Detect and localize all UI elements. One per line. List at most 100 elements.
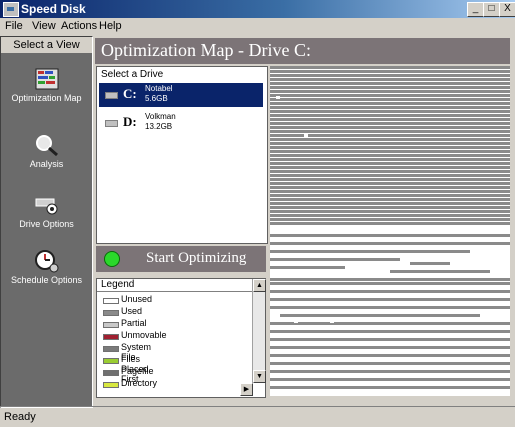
disk-map-icon (34, 67, 60, 91)
map-cluster-row (270, 386, 510, 389)
drive-size: 5.6GB (145, 94, 168, 103)
scroll-right-arrow-icon[interactable]: ▶ (240, 383, 253, 396)
map-cluster-row (270, 166, 510, 169)
menu-view[interactable]: View (32, 20, 56, 32)
map-cluster-row (270, 126, 510, 129)
map-unused-block (420, 266, 424, 269)
legend-swatch (103, 346, 119, 352)
legend-swatch (103, 310, 119, 316)
map-unused-block (276, 96, 280, 99)
minimize-button[interactable]: _ (467, 2, 484, 17)
drive-gear-icon (34, 193, 60, 217)
scroll-up-arrow-icon[interactable]: ▲ (253, 279, 266, 292)
sidebar-item-schedule-options[interactable]: Schedule Options (1, 249, 92, 285)
status-led-icon (104, 251, 120, 267)
sidebar-header: Select a View (1, 37, 92, 53)
menu-help[interactable]: Help (99, 20, 122, 32)
map-cluster-row (270, 138, 510, 141)
disk-cluster-map (270, 66, 510, 393)
map-cluster-row (270, 66, 510, 69)
map-cluster-row (270, 150, 510, 153)
map-cluster-row (270, 130, 510, 133)
hard-drive-icon (105, 92, 118, 99)
legend-swatch (103, 382, 119, 388)
legend-label: Unused (121, 294, 153, 304)
map-unused-block (294, 320, 298, 323)
close-button[interactable]: X (499, 2, 515, 17)
sidebar-item-drive-options[interactable]: Drive Options (1, 193, 92, 229)
map-cluster-row (270, 378, 510, 381)
map-cluster-row (270, 110, 510, 113)
sidebar-item-label: Drive Options (19, 219, 74, 229)
legend-scrollbar[interactable]: ▲ ▼ (252, 279, 266, 383)
drive-item-c[interactable]: C: Notabel 5.6GB (99, 83, 263, 107)
map-cluster-row (270, 266, 345, 269)
map-cluster-row (280, 314, 480, 317)
page-title-bar: Optimization Map - Drive C: (95, 38, 510, 64)
map-cluster-row (270, 282, 510, 285)
legend-swatch (103, 370, 119, 376)
map-cluster-row (270, 90, 510, 93)
start-optimizing-label: Start Optimizing (146, 250, 247, 266)
map-cluster-row (270, 242, 510, 245)
legend-label: Used (121, 306, 143, 316)
legend-swatch (103, 334, 119, 340)
legend-label: Directory (121, 378, 158, 388)
map-cluster-row (270, 278, 510, 281)
hard-drive-icon (105, 120, 118, 127)
map-cluster-row (270, 222, 510, 225)
legend-label: Partial (121, 318, 147, 328)
menu-actions[interactable]: Actions (61, 20, 97, 32)
map-cluster-row (270, 146, 510, 149)
drive-select-panel: Select a Drive C: Notabel 5.6GB D: Volkm… (96, 66, 268, 244)
map-cluster-row (270, 78, 510, 81)
map-cluster-row (270, 298, 510, 301)
map-cluster-row (270, 250, 470, 253)
drive-name: Volkman (145, 112, 176, 121)
title-bar: Speed Disk _ □ X (0, 0, 515, 18)
map-cluster-row (270, 74, 510, 77)
map-cluster-row (270, 206, 510, 209)
map-cluster-row (270, 94, 510, 97)
map-cluster-row (410, 262, 450, 265)
map-cluster-row (270, 86, 510, 89)
map-cluster-row (270, 170, 510, 173)
clock-icon (34, 249, 60, 273)
map-cluster-row (270, 354, 510, 357)
map-unused-block (458, 262, 462, 265)
legend-label: Unmovable (121, 330, 167, 340)
menu-bar: File View Actions Help (0, 18, 515, 35)
map-cluster-row (270, 370, 510, 373)
map-cluster-row (390, 270, 490, 273)
start-optimizing-button[interactable]: Start Optimizing (96, 246, 266, 272)
map-cluster-row (270, 162, 510, 165)
map-cluster-row (270, 322, 510, 325)
map-cluster-row (270, 198, 510, 201)
map-cluster-row (270, 106, 510, 109)
map-cluster-row (270, 338, 510, 341)
legend-swatch (103, 298, 119, 304)
sidebar-item-analysis[interactable]: Analysis (1, 133, 92, 169)
drive-letter: D: (123, 114, 137, 129)
map-cluster-row (270, 154, 510, 157)
status-text: Ready (4, 411, 36, 423)
speed-disk-app-icon (3, 2, 19, 17)
map-cluster-row (270, 190, 510, 193)
maximize-button[interactable]: □ (483, 2, 500, 17)
map-cluster-row (270, 210, 510, 213)
sidebar-item-label: Optimization Map (11, 93, 82, 103)
sidebar-item-optimization-map[interactable]: Optimization Map (1, 67, 92, 103)
scroll-down-arrow-icon[interactable]: ▼ (253, 370, 266, 383)
menu-file[interactable]: File (5, 20, 23, 32)
sidebar-item-label: Schedule Options (10, 275, 83, 285)
map-cluster-row (270, 290, 510, 293)
map-cluster-row (270, 70, 510, 73)
map-cluster-row (270, 158, 510, 161)
map-cluster-row (270, 178, 510, 181)
map-cluster-row (270, 306, 510, 309)
map-cluster-row (270, 102, 510, 105)
map-cluster-row (270, 362, 510, 365)
view-sidebar: Select a View Optimization Map Analysis (0, 36, 93, 408)
drive-select-label: Select a Drive (101, 69, 164, 80)
drive-item-d[interactable]: D: Volkman 13.2GB (99, 111, 263, 135)
